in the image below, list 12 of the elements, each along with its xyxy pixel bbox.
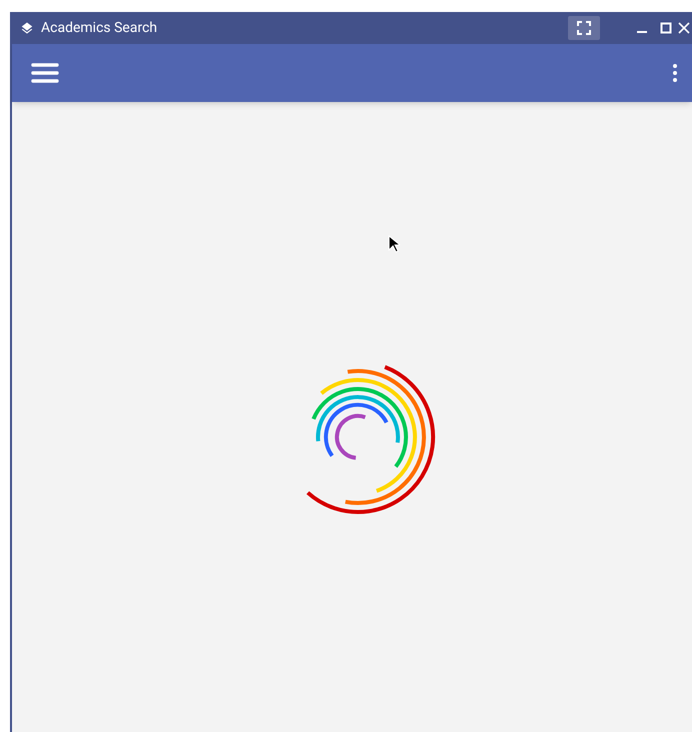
menu-icon: [31, 63, 59, 83]
fullscreen-icon: [577, 21, 591, 35]
cursor-icon: [388, 235, 400, 253]
window-title: Academics Search: [41, 18, 158, 38]
close-icon: [678, 22, 690, 34]
layers-icon: [20, 21, 34, 35]
maximize-icon: [660, 22, 672, 34]
menu-button[interactable]: [30, 61, 60, 85]
minimize-icon: [637, 31, 647, 33]
more-options-button[interactable]: [670, 61, 680, 85]
more-options-icon: [673, 64, 677, 82]
fullscreen-button[interactable]: [568, 16, 600, 40]
